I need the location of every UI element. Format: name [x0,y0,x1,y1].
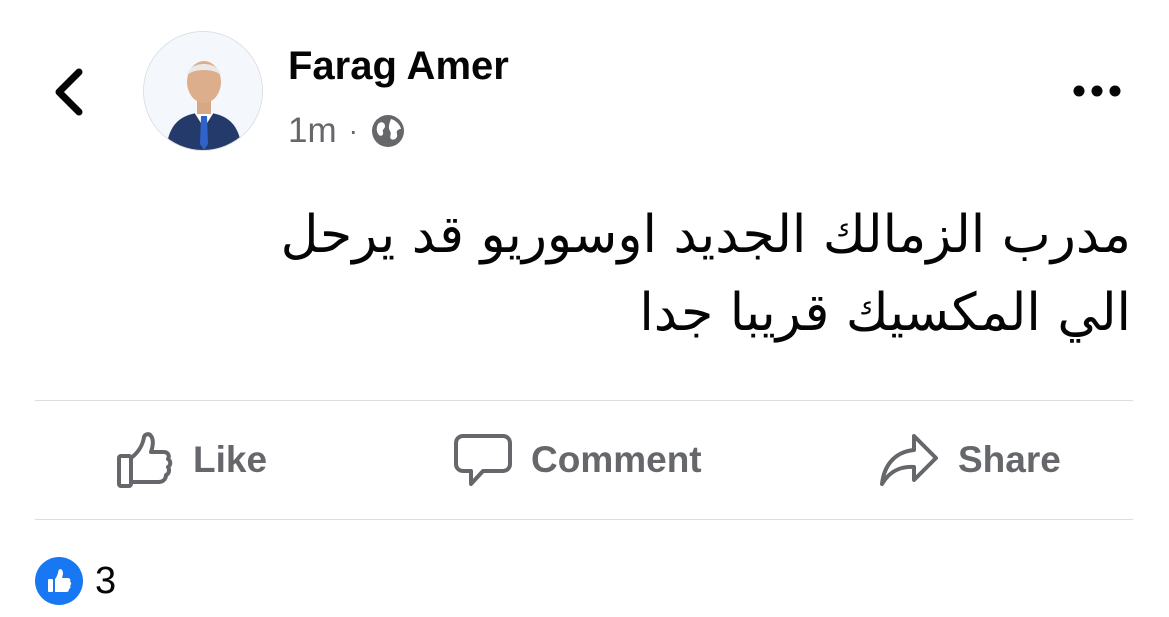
post-timestamp[interactable]: 1m [288,111,337,151]
globe-icon[interactable] [370,113,406,149]
avatar[interactable] [143,31,263,151]
ellipsis-icon [1073,85,1121,97]
share-label: Share [958,439,1061,480]
chevron-left-icon [55,68,83,116]
profile-photo [144,32,262,150]
thumbs-up-outline-icon [117,432,173,488]
post-meta: 1m · [288,108,406,154]
like-label: Like [193,439,268,480]
action-bar: Like Comment Share [35,401,1133,519]
more-options-button[interactable] [1066,74,1128,108]
author-name[interactable]: Farag Amer [288,44,509,89]
comment-label: Comment [531,439,702,480]
post-text-line: الي المكسيك قريبا جدا [639,283,1131,343]
share-button[interactable]: Share [878,427,1061,493]
post-text: مدرب الزمالك الجديد اوسوريو قد يرحل الي … [51,196,1131,352]
thumbs-up-icon [35,557,83,605]
divider-bottom [35,519,1133,520]
back-button[interactable] [44,62,94,122]
comment-bubble-icon [454,434,512,486]
meta-separator: · [348,115,358,146]
share-arrow-icon [880,434,938,486]
like-button[interactable]: Like [115,427,267,493]
reactions-summary[interactable]: 3 [35,557,116,605]
comment-button[interactable]: Comment [453,427,702,493]
post-text-line: مدرب الزمالك الجديد اوسوريو قد يرحل [280,205,1131,265]
reaction-count: 3 [95,559,117,602]
